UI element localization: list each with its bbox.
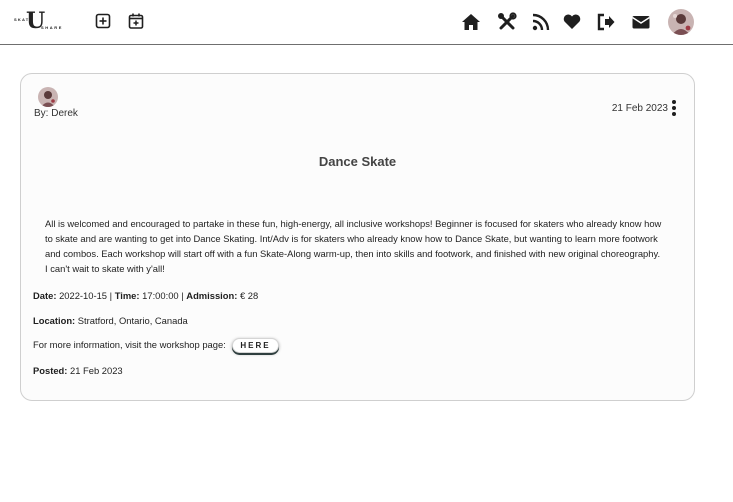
- envelope-icon[interactable]: [631, 12, 651, 32]
- posted-label: Posted:: [33, 365, 68, 376]
- location-row: Location: Stratford, Ontario, Canada: [33, 315, 188, 326]
- heart-icon[interactable]: [562, 12, 582, 32]
- event-date: 2022-10-15: [59, 290, 108, 301]
- event-details-row: Date: 2022-10-15 | Time: 17:00:00 | Admi…: [33, 290, 258, 301]
- user-avatar[interactable]: [668, 9, 694, 35]
- logo-small-text-bottom: SHARE: [41, 25, 64, 30]
- date-label: Date:: [33, 290, 57, 301]
- post-date: 21 Feb 2023: [611, 103, 668, 114]
- logo-letter: U: [26, 8, 45, 34]
- post-title: Dance Skate: [318, 154, 397, 169]
- post-card: By: Derek 21 Feb 2023 Dance Skate All is…: [20, 73, 695, 401]
- posted-row: Posted: 21 Feb 2023: [33, 365, 123, 376]
- home-icon[interactable]: [461, 12, 481, 32]
- event-location: Stratford, Ontario, Canada: [77, 315, 188, 326]
- event-time: 17:00:00: [142, 290, 179, 301]
- posted-date: 21 Feb 2023: [70, 365, 123, 376]
- tools-icon[interactable]: [497, 12, 517, 32]
- more-info-text: For more information, visit the workshop…: [33, 338, 226, 350]
- add-post-icon[interactable]: [95, 13, 111, 29]
- post-author: By: Derek: [34, 108, 78, 119]
- more-info-row: For more information, visit the workshop…: [33, 338, 279, 353]
- rss-feed-icon[interactable]: [531, 12, 551, 32]
- sign-out-icon[interactable]: [596, 12, 616, 32]
- separator: |: [181, 290, 184, 301]
- more-options-icon[interactable]: [671, 100, 677, 116]
- event-admission: € 28: [239, 290, 259, 301]
- navbar: SKATE U SHARE: [0, 0, 733, 45]
- time-label: Time:: [114, 290, 140, 301]
- separator: |: [109, 290, 113, 301]
- author-avatar[interactable]: [38, 87, 58, 107]
- location-label: Location:: [33, 315, 76, 326]
- post-description: All is welcomed and encouraged to partak…: [45, 218, 662, 274]
- workshop-link-button[interactable]: HERE: [232, 338, 279, 353]
- add-event-icon[interactable]: [128, 13, 144, 29]
- admission-label: Admission:: [186, 290, 238, 301]
- site-logo[interactable]: SKATE U SHARE: [14, 8, 74, 34]
